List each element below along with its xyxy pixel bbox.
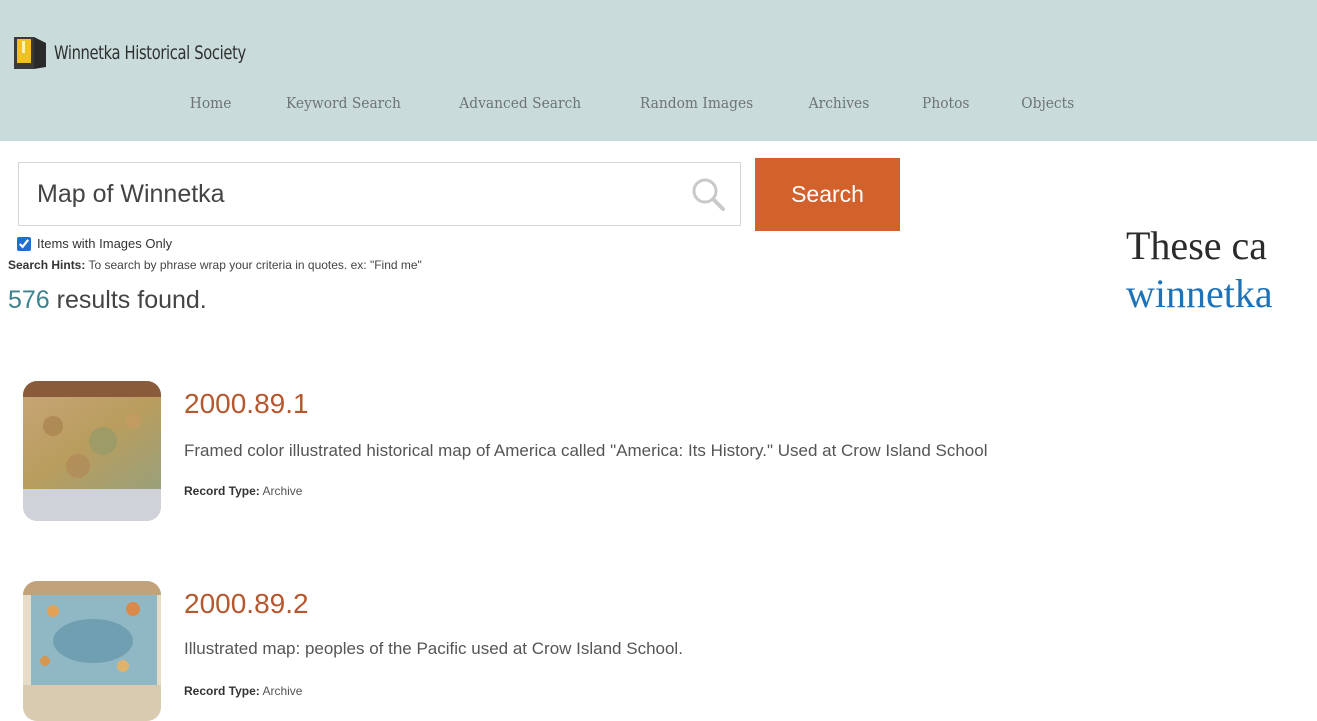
search-hints: Search Hints: To search by phrase wrap y…	[8, 258, 422, 272]
result-record-type: Record Type: Archive	[184, 684, 302, 698]
result-description: Framed color illustrated historical map …	[184, 441, 988, 460]
results-count: 576 results found.	[8, 286, 207, 315]
site-logo[interactable]: Winnetka Historical Society	[14, 37, 277, 69]
results-count-number: 576	[8, 286, 50, 314]
nav-random-images[interactable]: Random Images	[617, 94, 774, 112]
result-item: 2000.89.1 Framed color illustrated histo…	[23, 381, 1317, 521]
nav-archives[interactable]: Archives	[786, 94, 891, 112]
nav-objects[interactable]: Objects	[999, 94, 1096, 112]
nav-advanced-search[interactable]: Advanced Search	[437, 94, 603, 112]
images-only-filter[interactable]: Items with Images Only	[17, 236, 172, 251]
record-type-value: Archive	[259, 684, 303, 698]
search-hints-text: To search by phrase wrap your criteria i…	[85, 258, 422, 272]
search-button[interactable]: Search	[755, 158, 900, 231]
images-only-checkbox[interactable]	[17, 236, 31, 251]
side-caption-text: These ca	[1126, 223, 1268, 268]
nav-home[interactable]: Home	[168, 94, 254, 112]
result-thumbnail[interactable]	[23, 381, 161, 521]
results-count-suffix: results found.	[49, 286, 207, 314]
site-header: Winnetka Historical Society Home Keyword…	[0, 0, 1317, 141]
search-input[interactable]	[19, 163, 679, 225]
nav-photos[interactable]: Photos	[900, 94, 992, 112]
result-item: 2000.89.2 Illustrated map: peoples of th…	[23, 581, 1317, 721]
result-thumbnail[interactable]	[23, 581, 161, 721]
result-title-link[interactable]: 2000.89.1	[184, 388, 309, 420]
door-logo-icon	[14, 37, 46, 69]
nav-keyword-search[interactable]: Keyword Search	[264, 94, 423, 112]
side-caption: These ca winnetka	[1126, 222, 1273, 318]
search-hints-label: Search Hints:	[8, 258, 86, 272]
images-only-label: Items with Images Only	[37, 236, 173, 251]
result-description: Illustrated map: peoples of the Pacific …	[184, 639, 683, 658]
record-type-label: Record Type:	[184, 684, 260, 698]
side-caption-link[interactable]: winnetka	[1126, 270, 1273, 318]
result-record-type: Record Type: Archive	[184, 484, 302, 498]
result-title-link[interactable]: 2000.89.2	[184, 588, 309, 620]
record-type-label: Record Type:	[184, 484, 260, 498]
site-name: Winnetka Historical Society	[54, 42, 246, 64]
main-nav: Home Keyword Search Advanced Search Rand…	[164, 94, 1101, 112]
record-type-value: Archive	[259, 484, 303, 498]
search-box	[18, 162, 741, 226]
magnifier-icon[interactable]	[690, 176, 726, 212]
